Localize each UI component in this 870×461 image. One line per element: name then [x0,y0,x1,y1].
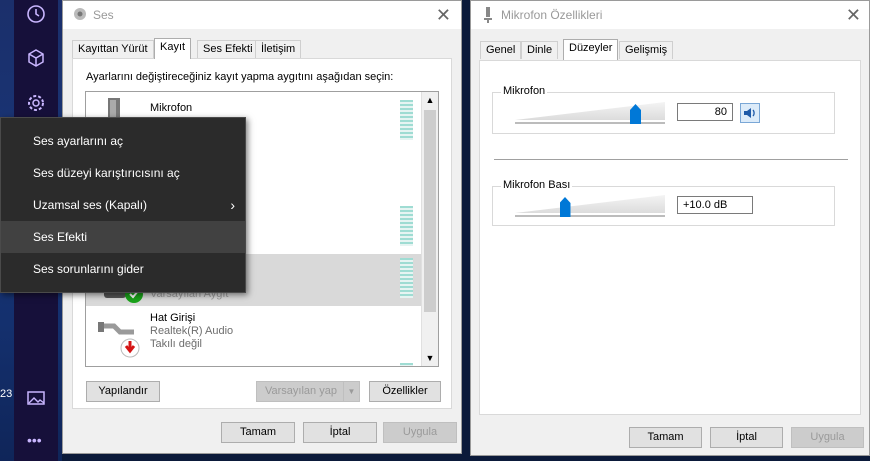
microphone-properties-dialog: Mikrofon Özellikleri ✕ Genel Dinle Düzey… [470,0,870,456]
window-title: Mikrofon Özellikleri [501,8,603,22]
menu-item-open-volume-mixer[interactable]: Ses düzeyi karıştırıcısını aç [1,157,245,189]
menu-item-spatial-sound[interactable]: Uzamsal ses (Kapalı) › [1,189,245,221]
close-icon[interactable]: ✕ [846,5,861,26]
instruction-text: Ayarlarını değiştireceğiniz kayıt yapma … [86,71,394,83]
tab-playback[interactable]: Kayıttan Yürüt [72,40,154,58]
level-meter [400,363,413,366]
menu-item-label: Uzamsal ses (Kapalı) [33,198,148,212]
device-name: Hat Girişi [150,312,196,324]
slider-track [515,122,665,124]
apply-button[interactable]: Uygula [791,427,864,448]
menu-item-troubleshoot[interactable]: Ses sorunlarını gider [1,253,245,285]
context-menu: Ses ayarlarını aç Ses düzeyi karıştırıcı… [0,117,246,293]
tab-recording[interactable]: Kayıt [154,38,192,59]
list-scrollbar[interactable]: ▲ ▼ [421,92,438,366]
microphone-boost-value: +10.0 dB [677,196,753,214]
clock-text: 23 [0,388,13,400]
ok-button[interactable]: Tamam [629,427,702,448]
device-driver: Realtek(R) Audio [150,325,234,337]
tab-communications[interactable]: İletişim [255,40,302,58]
level-meter [400,258,413,298]
device-status: Takılı değil [150,338,202,350]
levels-panel: Mikrofon 80 Mikrofon Bası +10.0 dB [479,60,861,415]
microphone-boost-label: Mikrofon Bası [501,179,573,191]
microphone-level-group: Mikrofon 80 [492,85,835,134]
tab-levels[interactable]: Düzeyler [563,39,619,60]
level-meter [400,206,413,246]
microphone-level-label: Mikrofon [501,85,548,97]
device-name: Mikrofon [150,102,193,114]
tab-general[interactable]: Genel [480,41,522,59]
configure-button[interactable]: Yapılandır [86,381,160,402]
ok-button[interactable]: Tamam [221,422,295,443]
mute-speaker-icon[interactable] [740,103,760,123]
sound-titlebar[interactable]: Ses ✕ [63,1,461,29]
level-meter [400,100,413,140]
microphone-icon [483,7,493,26]
slider-thumb[interactable] [559,197,571,217]
scroll-thumb[interactable] [424,110,436,312]
apply-button[interactable]: Uygula [383,422,457,443]
scroll-down-icon[interactable]: ▼ [422,350,438,366]
close-icon[interactable]: ✕ [436,5,451,26]
mic-titlebar[interactable]: Mikrofon Özellikleri ✕ [471,1,869,29]
menu-item-open-sound-settings[interactable]: Ses ayarlarını aç [1,125,245,157]
separator [494,159,848,160]
more-icon[interactable]: ••• [27,432,47,452]
line-in-icon [96,314,142,363]
image-icon[interactable] [26,388,46,408]
list-item[interactable]: Hat Girişi Realtek(R) Audio Takılı değil [86,306,422,366]
slider-track [515,215,665,217]
microphone-level-value[interactable]: 80 [677,103,733,121]
gear-icon[interactable] [26,93,46,113]
slider-wedge [515,195,665,213]
properties-button[interactable]: Özellikler [369,381,441,402]
microphone-boost-group: Mikrofon Bası +10.0 dB [492,179,835,226]
tab-strip: Kayıttan Yürüt Kayıt Ses Efekti İletişim [63,38,461,60]
window-title: Ses [93,8,114,22]
slider-wedge [515,102,665,120]
tab-sound-effects[interactable]: Ses Efekti [197,40,259,58]
chevron-down-icon[interactable]: ▼ [343,382,359,401]
cube-icon[interactable] [26,48,46,68]
tab-listen[interactable]: Dinle [521,41,559,59]
tab-advanced[interactable]: Gelişmiş [619,41,674,59]
chevron-right-icon: › [230,197,235,213]
set-default-label: Varsayılan yap [265,385,337,397]
speaker-icon [73,7,87,24]
scroll-up-icon[interactable]: ▲ [422,92,438,108]
set-default-button[interactable]: Varsayılan yap ▼ [256,381,360,402]
clock-icon[interactable] [26,4,46,24]
cancel-button[interactable]: İptal [303,422,377,443]
tab-strip: Genel Dinle Düzeyler Gelişmiş [471,39,869,61]
menu-item-sound-effects[interactable]: Ses Efekti [1,221,245,253]
boost-slider[interactable] [515,195,665,217]
microphone-slider[interactable] [515,102,665,124]
cancel-button[interactable]: İptal [710,427,783,448]
